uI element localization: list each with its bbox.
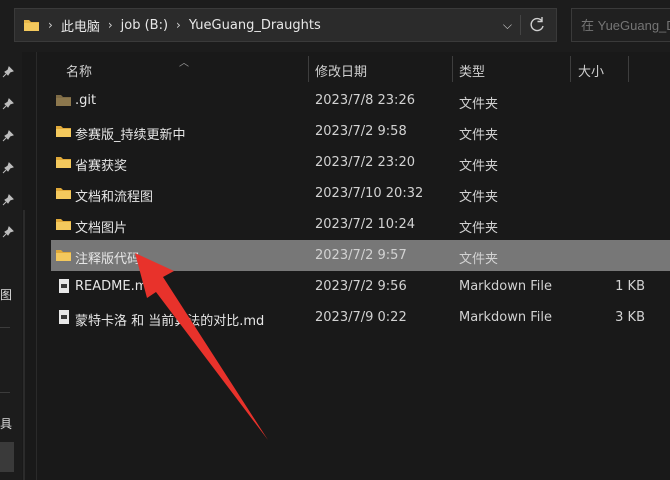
file-type: Markdown File <box>459 310 553 325</box>
markdown-file-icon <box>59 310 69 324</box>
pin-icon[interactable] <box>2 162 14 174</box>
breadcrumb-drive[interactable]: job (B:) <box>121 18 168 33</box>
scrollbar[interactable] <box>23 210 25 480</box>
file-modified: 2023/7/2 9:57 <box>315 248 407 263</box>
column-header-row: ︿ 名称 修改日期 类型 大小 <box>37 52 670 85</box>
file-name: 蒙特卡洛 和 当前算法的对比.md <box>75 314 265 329</box>
column-divider[interactable] <box>570 56 571 82</box>
file-type: 文件夹 <box>459 159 499 174</box>
file-type: 文件夹 <box>459 97 499 112</box>
file-modified: 2023/7/2 23:20 <box>315 155 415 170</box>
file-name: 省赛获奖 <box>75 159 128 174</box>
folder-icon <box>24 20 39 31</box>
file-name: 文档图片 <box>75 221 128 236</box>
file-row[interactable]: README.md 2023/7/2 9:56 Markdown File 1 … <box>51 271 670 302</box>
column-divider[interactable] <box>452 56 453 82</box>
column-header-modified[interactable]: 修改日期 <box>315 61 367 80</box>
file-row[interactable]: 蒙特卡洛 和 当前算法的对比.md 2023/7/9 0:22 Markdown… <box>51 302 670 333</box>
file-row-selected[interactable]: 注释版代码 2023/7/2 9:57 文件夹 <box>51 240 670 271</box>
file-name: README.md <box>75 279 156 294</box>
file-name: 文档和流程图 <box>75 190 154 205</box>
divider <box>0 392 10 393</box>
chevron-right-icon: › <box>48 18 53 32</box>
sidebar-item-selected[interactable] <box>0 442 14 472</box>
file-size: 3 KB <box>615 310 645 325</box>
sidebar-item-label[interactable]: 具 <box>0 415 12 432</box>
column-header-type[interactable]: 类型 <box>459 61 485 80</box>
pane-divider[interactable] <box>36 52 37 480</box>
file-size: 1 KB <box>615 279 645 294</box>
pin-icon[interactable] <box>2 194 14 206</box>
file-type: 文件夹 <box>459 221 499 236</box>
file-modified: 2023/7/10 20:32 <box>315 186 424 201</box>
file-name: .git <box>75 93 97 108</box>
folder-icon <box>56 157 71 168</box>
divider <box>520 15 521 35</box>
folder-icon <box>56 219 71 230</box>
file-modified: 2023/7/2 9:56 <box>315 279 407 294</box>
pin-icon[interactable] <box>2 130 14 142</box>
file-row[interactable]: 省赛获奖 2023/7/2 23:20 文件夹 <box>51 147 670 178</box>
folder-icon <box>56 95 71 106</box>
file-type: 文件夹 <box>459 252 499 267</box>
navigation-pane: 图 具 <box>0 52 22 480</box>
folder-icon <box>56 188 71 199</box>
file-modified: 2023/7/2 10:24 <box>315 217 415 232</box>
column-divider[interactable] <box>308 56 309 82</box>
markdown-file-icon <box>59 279 69 293</box>
file-modified: 2023/7/9 0:22 <box>315 310 407 325</box>
toolbar: › 此电脑 › job (B:) › YueGuang_Draughts ⌵ <box>0 0 670 52</box>
chevron-right-icon: › <box>176 18 181 32</box>
file-row[interactable]: 文档和流程图 2023/7/10 20:32 文件夹 <box>51 178 670 209</box>
search-input[interactable] <box>571 8 670 42</box>
column-header-size[interactable]: 大小 <box>578 61 604 80</box>
file-modified: 2023/7/8 23:26 <box>315 93 415 108</box>
column-divider[interactable] <box>628 56 629 82</box>
file-type: Markdown File <box>459 279 553 294</box>
address-bar[interactable]: › 此电脑 › job (B:) › YueGuang_Draughts ⌵ <box>14 8 557 42</box>
folder-icon <box>56 250 71 261</box>
folder-icon <box>56 126 71 137</box>
file-row[interactable]: 参赛版_持续更新中 2023/7/2 9:58 文件夹 <box>51 116 670 147</box>
chevron-down-icon[interactable]: ⌵ <box>503 18 512 33</box>
breadcrumb-this-pc[interactable]: 此电脑 <box>61 16 100 35</box>
chevron-right-icon: › <box>107 18 113 32</box>
file-type: 文件夹 <box>459 190 499 205</box>
sort-ascending-icon: ︿ <box>179 58 189 69</box>
file-name: 参赛版_持续更新中 <box>75 128 186 143</box>
breadcrumb-folder[interactable]: YueGuang_Draughts <box>189 18 321 33</box>
sidebar-item-label[interactable]: 图 <box>0 286 12 303</box>
file-row[interactable]: 文档图片 2023/7/2 10:24 文件夹 <box>51 209 670 240</box>
pin-icon[interactable] <box>2 98 14 110</box>
pin-icon[interactable] <box>2 66 14 78</box>
divider <box>0 327 10 328</box>
file-modified: 2023/7/2 9:58 <box>315 124 407 139</box>
column-header-name[interactable]: 名称 <box>66 61 92 80</box>
file-type: 文件夹 <box>459 128 499 143</box>
file-name: 注释版代码 <box>75 252 141 267</box>
refresh-icon[interactable] <box>528 15 546 35</box>
pin-icon[interactable] <box>2 226 14 238</box>
file-row-git[interactable]: .git 2023/7/8 23:26 文件夹 <box>51 85 670 116</box>
